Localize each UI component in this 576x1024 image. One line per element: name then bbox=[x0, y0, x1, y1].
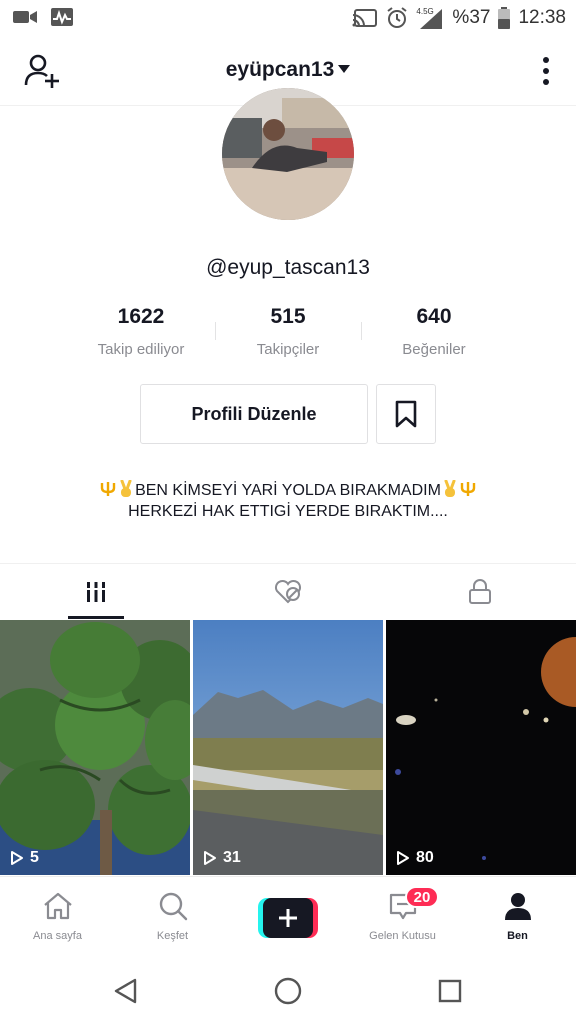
videos-grid-icon bbox=[85, 582, 107, 602]
video-thumbnail[interactable]: 80 bbox=[386, 620, 576, 875]
likes-label: Beğeniler bbox=[402, 341, 466, 358]
tab-private[interactable] bbox=[384, 564, 576, 620]
liked-hidden-icon bbox=[274, 579, 302, 604]
video-camera-icon bbox=[13, 11, 37, 23]
watermelon-thumbnail bbox=[0, 620, 190, 875]
play-icon bbox=[204, 851, 216, 865]
play-icon bbox=[397, 851, 409, 865]
active-tab-indicator bbox=[68, 616, 124, 619]
profile-handle: @eyup_tascan13 bbox=[206, 256, 370, 279]
victory-hand-emoji-icon bbox=[120, 480, 132, 497]
cast-icon bbox=[352, 9, 378, 27]
create-video-button[interactable] bbox=[258, 898, 318, 938]
search-icon bbox=[159, 892, 187, 921]
mountain-thumbnail bbox=[193, 620, 383, 875]
profile-icon bbox=[504, 893, 531, 920]
victory-hand-emoji-icon bbox=[444, 480, 456, 497]
account-switcher[interactable]: eyüpcan13 bbox=[0, 58, 576, 82]
nav-home[interactable]: Ana sayfa bbox=[0, 877, 115, 949]
tab-liked[interactable] bbox=[192, 564, 384, 620]
chevron-down-icon bbox=[338, 65, 351, 73]
view-count-value: 5 bbox=[30, 849, 39, 866]
video-thumbnail[interactable]: 5 bbox=[0, 620, 190, 875]
followers-label: Takipçiler bbox=[256, 341, 320, 358]
profile-bio: BEN KİMSEYİ YARİ YOLDA BIRAKMADIM HERKEZ… bbox=[20, 480, 556, 522]
favorites-button[interactable] bbox=[376, 384, 436, 444]
clock: 12:38 bbox=[518, 7, 566, 28]
private-lock-icon bbox=[469, 579, 491, 604]
stat-following[interactable]: 1622 Takip ediliyor bbox=[56, 305, 226, 358]
view-count: 80 bbox=[396, 849, 434, 867]
avatar[interactable] bbox=[222, 88, 354, 220]
home-icon bbox=[43, 892, 72, 920]
video-thumbnail[interactable]: 31 bbox=[193, 620, 383, 875]
nav-inbox[interactable]: Gelen Kutusu bbox=[345, 877, 460, 949]
inbox-badge: 20 bbox=[405, 886, 439, 908]
battery-percent: %37 bbox=[452, 7, 491, 28]
nav-home-label: Ana sayfa bbox=[33, 930, 82, 942]
view-count: 5 bbox=[10, 849, 39, 867]
edit-profile-button[interactable]: Profili Düzenle bbox=[140, 384, 368, 444]
view-count: 31 bbox=[203, 849, 241, 867]
more-options-icon[interactable] bbox=[542, 56, 550, 86]
nav-discover-label: Keşfet bbox=[156, 930, 189, 942]
profile-tabs bbox=[0, 563, 576, 619]
home-circle-icon[interactable] bbox=[274, 977, 302, 1005]
alarm-icon bbox=[387, 7, 408, 28]
bookmark-icon bbox=[395, 400, 417, 428]
account-name: eyüpcan13 bbox=[225, 58, 335, 81]
nav-me[interactable]: Ben bbox=[460, 877, 575, 949]
nav-discover[interactable]: Keşfet bbox=[115, 877, 230, 949]
bio-line-1: BEN KİMSEYİ YARİ YOLDA BIRAKMADIM bbox=[135, 482, 441, 499]
nav-inbox-label: Gelen Kutusu bbox=[369, 930, 436, 942]
status-bar: 4.5G %37 12:38 bbox=[0, 0, 576, 36]
following-label: Takip ediliyor bbox=[97, 341, 185, 358]
battery-icon bbox=[498, 7, 511, 29]
stat-likes[interactable]: 640 Beğeniler bbox=[349, 305, 519, 358]
likes-count: 640 bbox=[416, 305, 452, 328]
nav-me-label: Ben bbox=[507, 930, 528, 942]
avatar-photo bbox=[222, 88, 354, 220]
video-grid: 5 31 80 bbox=[0, 620, 576, 875]
plus-icon bbox=[279, 909, 297, 927]
play-icon bbox=[11, 851, 23, 865]
view-count-value: 80 bbox=[416, 849, 434, 866]
stat-followers[interactable]: 515 Takipçiler bbox=[203, 305, 373, 358]
following-count: 1622 bbox=[117, 305, 165, 328]
recents-icon[interactable] bbox=[438, 979, 462, 1003]
bio-line-2: HERKEZİ HAK ETTIGİ YERDE BIRAKTIM.... bbox=[128, 503, 448, 520]
night-road-thumbnail bbox=[386, 620, 576, 875]
view-count-value: 31 bbox=[223, 849, 241, 866]
activity-icon bbox=[51, 8, 73, 26]
trident-emoji-icon bbox=[460, 482, 476, 496]
signal-icon: 4.5G bbox=[416, 7, 444, 29]
system-nav-bar bbox=[0, 948, 576, 1024]
back-icon[interactable] bbox=[113, 978, 139, 1004]
trident-emoji-icon bbox=[100, 482, 116, 496]
tab-videos[interactable] bbox=[0, 564, 192, 620]
followers-count: 515 bbox=[270, 305, 306, 328]
bottom-nav: Ana sayfa Keşfet Gelen Kutusu 20 Ben bbox=[0, 876, 576, 948]
